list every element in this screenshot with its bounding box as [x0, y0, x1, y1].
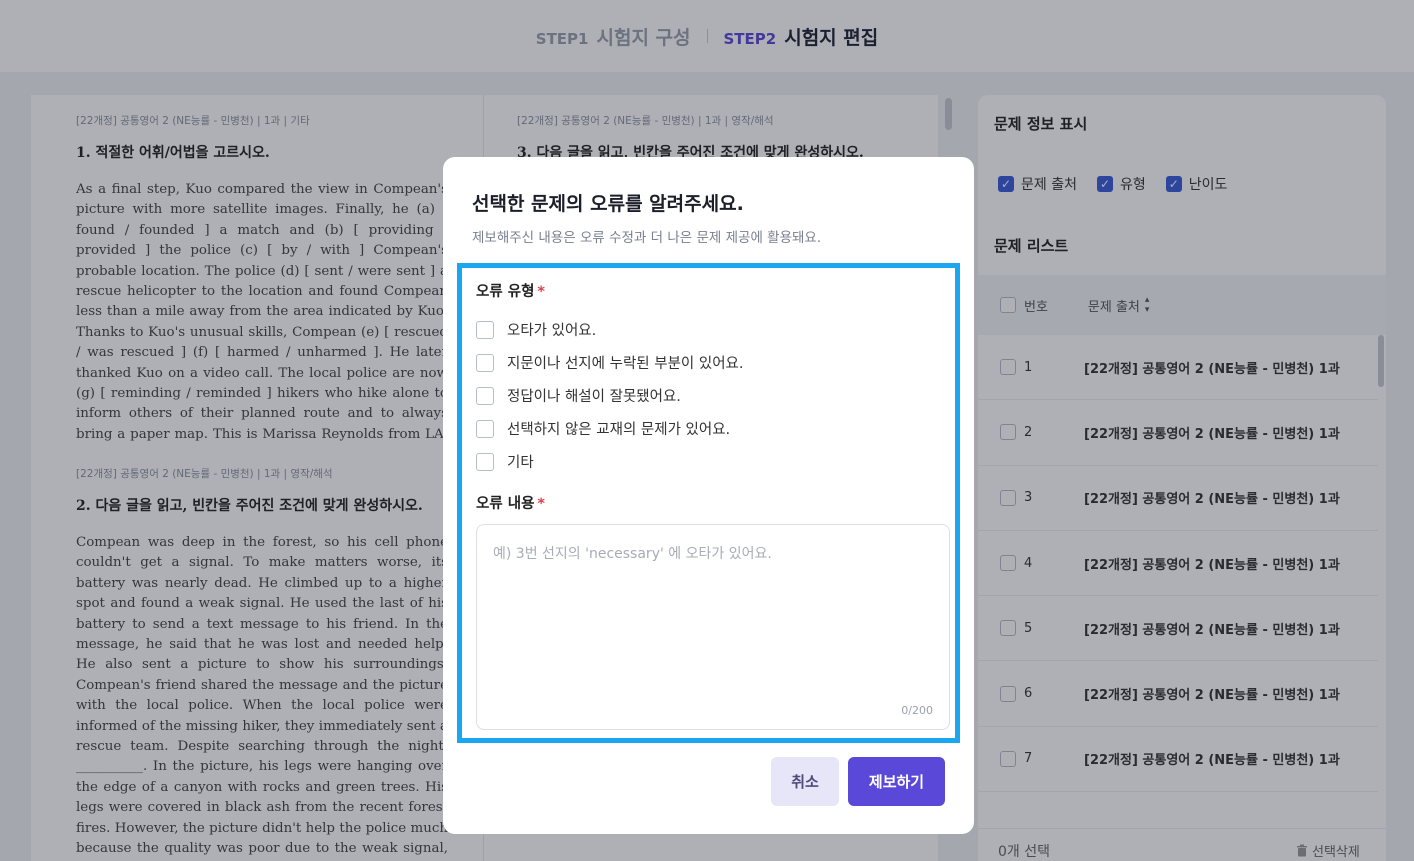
error-form-highlight: 오류 유형 * 오타가 있어요. 지문이나 선지에 누락된 부분이 있어요. 정답… [457, 263, 960, 743]
error-type-option[interactable]: 기타 [476, 445, 743, 478]
error-type-option[interactable]: 지문이나 선지에 누락된 부분이 있어요. [476, 346, 743, 379]
error-type-option[interactable]: 선택하지 않은 교재의 문제가 있어요. [476, 412, 743, 445]
required-mark: * [537, 284, 546, 300]
modal-subtitle: 제보해주신 내용은 오류 수정과 더 나은 문제 제공에 활용돼요. [472, 230, 822, 246]
error-content-field: 0/200 [476, 524, 950, 730]
option-checkbox[interactable] [476, 386, 494, 405]
modal-title: 선택한 문제의 오류를 알려주세요. [472, 193, 744, 215]
cancel-button[interactable]: 취소 [771, 757, 839, 806]
option-label: 지문이나 선지에 누락된 부분이 있어요. [507, 356, 744, 372]
error-content-textarea[interactable] [477, 525, 949, 729]
error-content-label: 오류 내용 * [476, 492, 545, 513]
error-report-modal: 선택한 문제의 오류를 알려주세요. 제보해주신 내용은 오류 수정과 더 나은… [443, 157, 974, 834]
option-checkbox[interactable] [476, 452, 494, 471]
error-type-option[interactable]: 정답이나 해설이 잘못됐어요. [476, 379, 743, 412]
option-label: 오타가 있어요. [507, 323, 597, 339]
error-content-label-text: 오류 내용 [476, 496, 535, 512]
error-type-option[interactable]: 오타가 있어요. [476, 313, 743, 346]
option-checkbox[interactable] [476, 353, 494, 372]
character-counter: 0/200 [901, 704, 933, 717]
option-checkbox[interactable] [476, 419, 494, 438]
error-type-label-text: 오류 유형 [476, 284, 535, 300]
error-type-label: 오류 유형 * [476, 280, 545, 301]
option-label: 선택하지 않은 교재의 문제가 있어요. [507, 422, 731, 438]
option-checkbox[interactable] [476, 320, 494, 339]
required-mark: * [537, 496, 546, 512]
submit-report-button[interactable]: 제보하기 [848, 757, 945, 806]
option-label: 정답이나 해설이 잘못됐어요. [507, 389, 681, 405]
error-type-options: 오타가 있어요. 지문이나 선지에 누락된 부분이 있어요. 정답이나 해설이 … [476, 313, 743, 478]
option-label: 기타 [507, 455, 534, 471]
